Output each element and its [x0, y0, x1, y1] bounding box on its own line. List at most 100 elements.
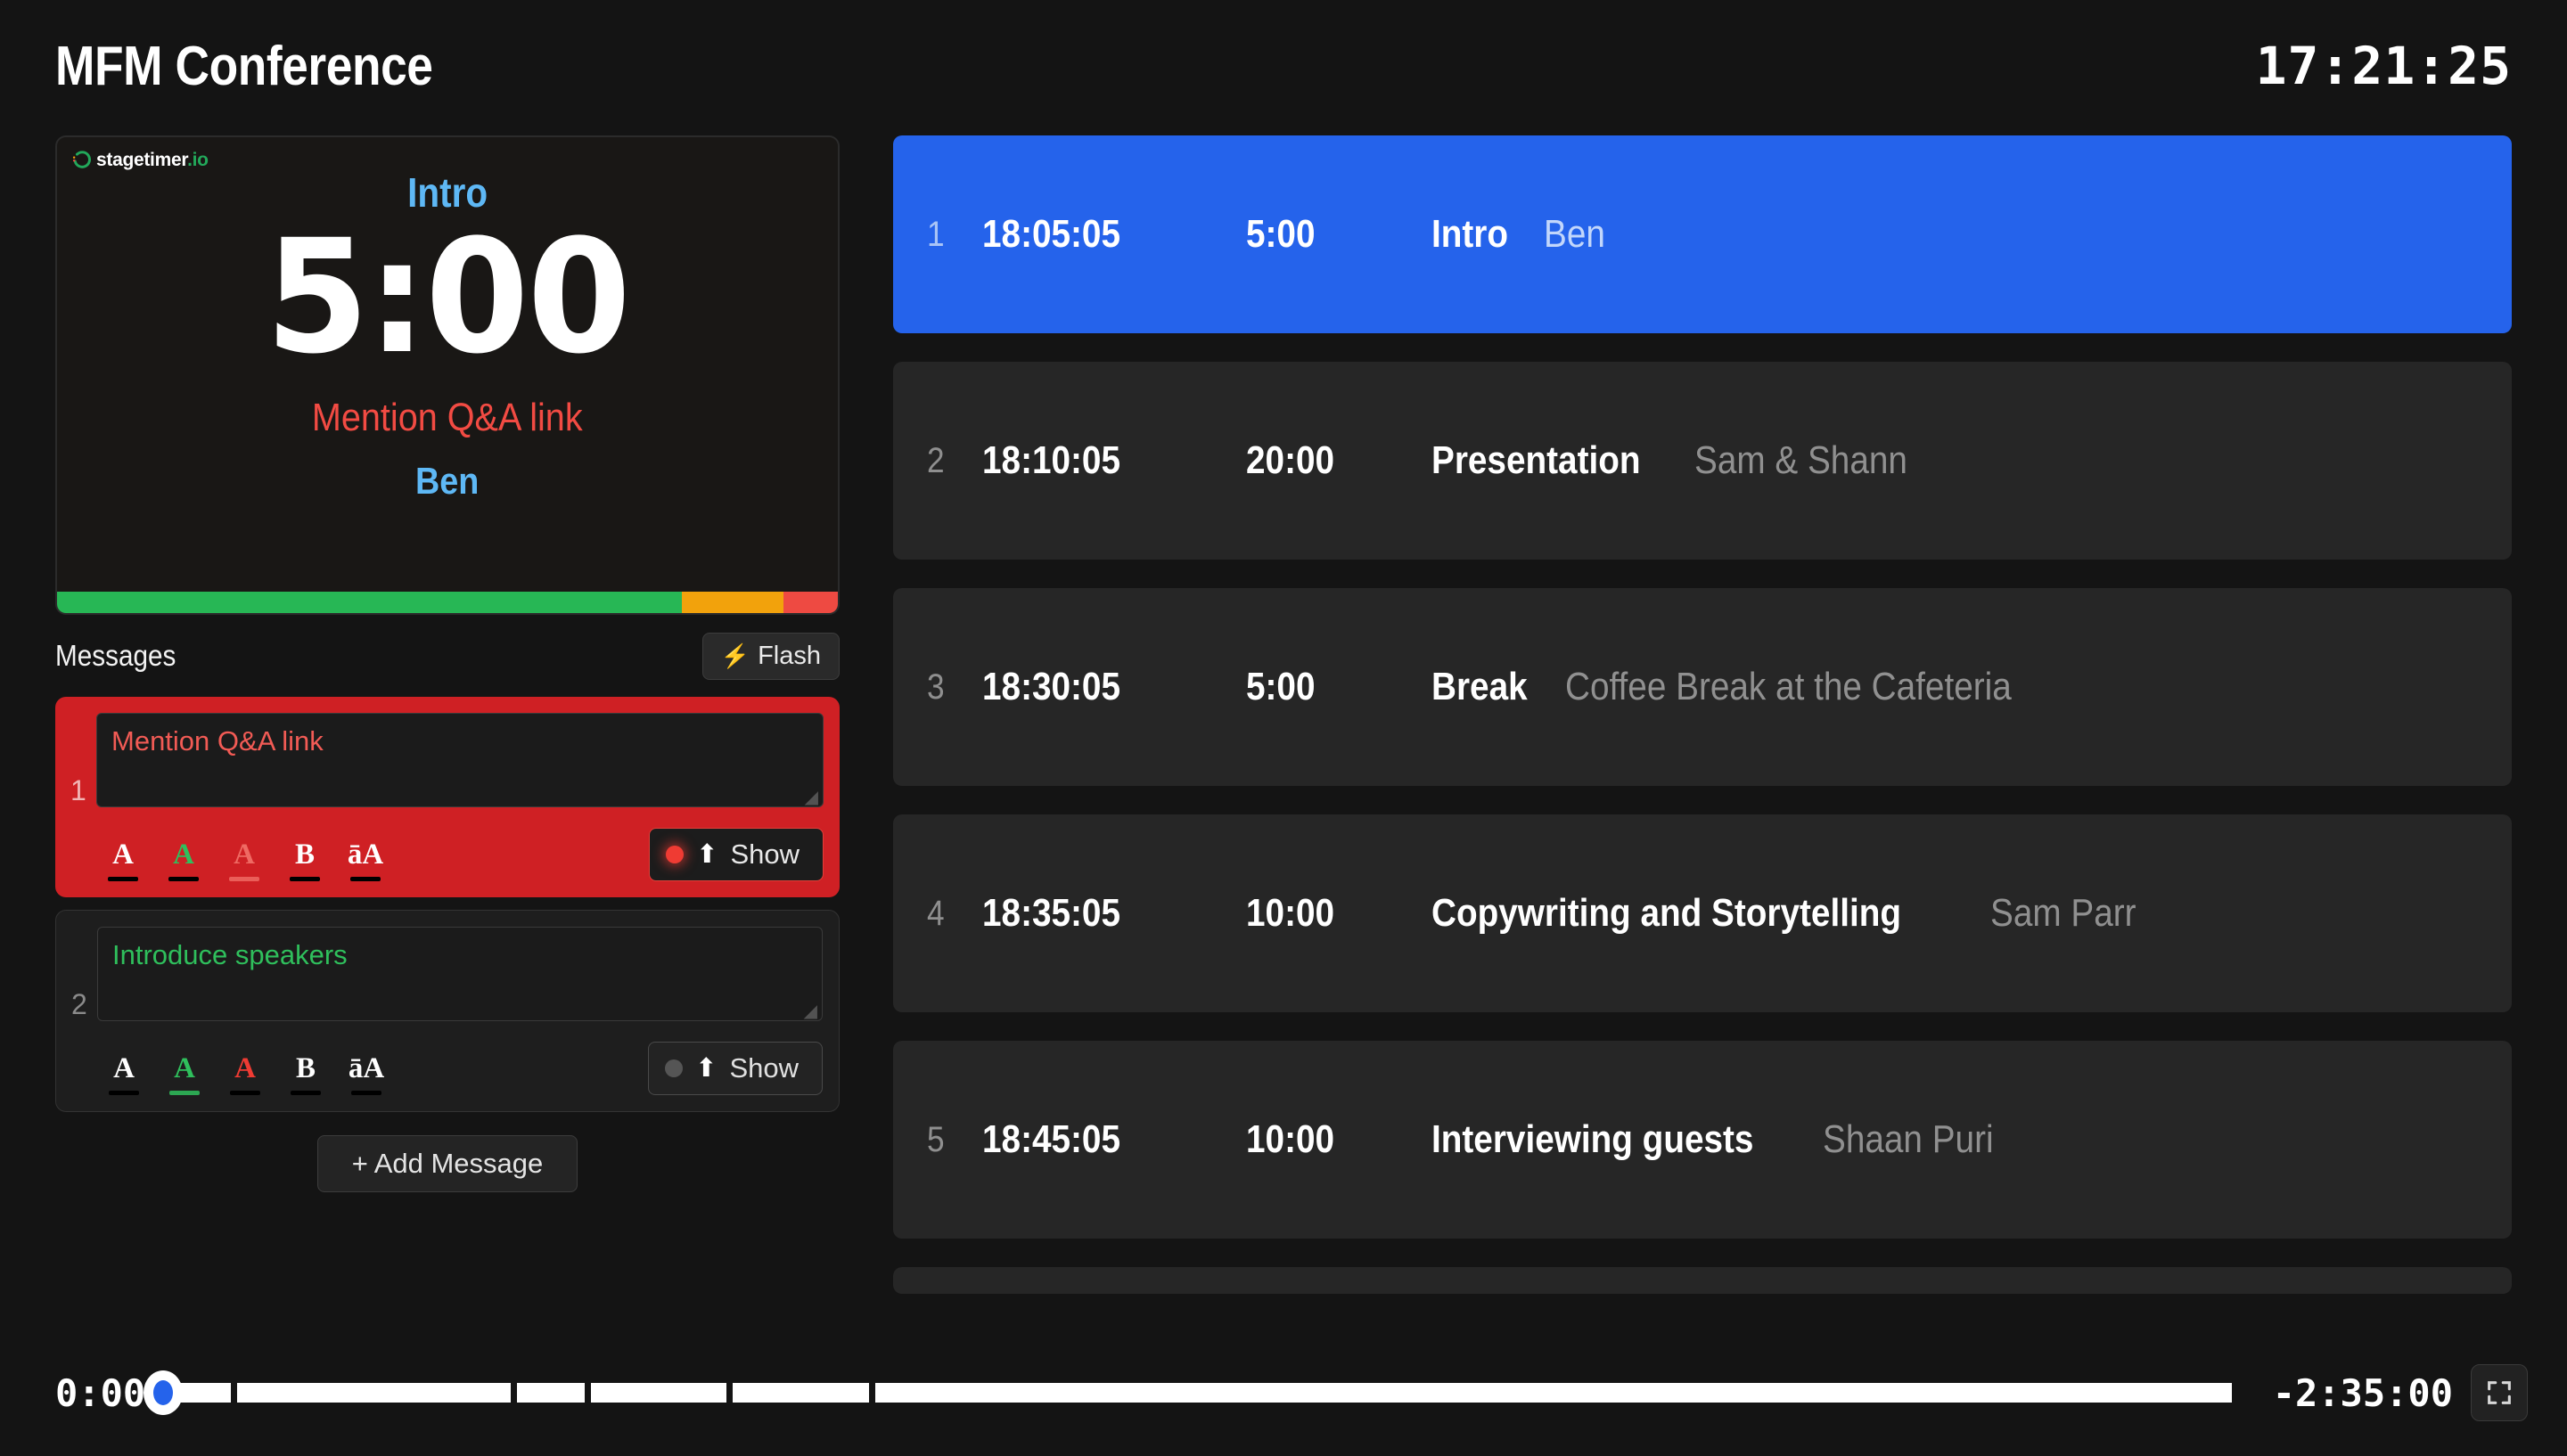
table-row[interactable]: 5 18:45:05 10:00 Interviewing guests Shaan P…	[893, 1041, 2512, 1239]
row-start-time: 18:45:05	[982, 1117, 1121, 1161]
scrubber-handle[interactable]	[144, 1370, 184, 1415]
timeline-segment[interactable]	[591, 1383, 727, 1403]
show-message-button[interactable]: ⬆ Show	[649, 828, 824, 881]
format-underline	[290, 877, 320, 881]
format-glyph: A	[173, 838, 194, 871]
show-message-button[interactable]: ⬆ Show	[648, 1042, 823, 1095]
fullscreen-button[interactable]	[2471, 1364, 2528, 1421]
table-row[interactable]: 2 18:10:05 20:00 Presentation Sam & Shann	[893, 362, 2512, 560]
stagetimer-controller-app: MFM Conference 17:21:25 stagetimer.io In…	[0, 0, 2567, 1456]
add-message-row: + Add Message	[55, 1135, 840, 1192]
row-name: Break	[1431, 665, 1528, 708]
messages-header: Messages ⚡ Flash	[55, 627, 840, 684]
progress-segment-orange	[681, 592, 783, 613]
row-name: Interviewing guests	[1431, 1117, 1754, 1161]
uppercase-toggle[interactable]: āA	[341, 1054, 391, 1095]
format-underline	[108, 877, 138, 881]
row-name: Intro	[1431, 212, 1509, 256]
format-glyph: A	[234, 1052, 256, 1084]
flash-button[interactable]: ⚡ Flash	[701, 632, 840, 680]
transport-bar: 0:00 -2:35:00	[0, 1329, 2567, 1456]
text-color-white[interactable]: A	[98, 840, 148, 881]
messages-heading: Messages	[55, 639, 176, 672]
add-message-button[interactable]: + Add Message	[316, 1135, 578, 1192]
table-row[interactable]: 3 18:30:05 5:00 Break Coffee Break at the Ca…	[893, 588, 2512, 786]
table-row[interactable]	[893, 1267, 2512, 1294]
text-color-green[interactable]: A	[160, 1054, 209, 1095]
format-glyph: A	[174, 1052, 195, 1084]
show-button-label: Show	[729, 1052, 799, 1084]
table-row[interactable]: 4 18:35:05 10:00 Copywriting and Storytelli…	[893, 814, 2512, 1012]
format-underline	[350, 877, 381, 881]
arrow-up-icon: ⬆	[696, 839, 718, 869]
text-color-red[interactable]: A	[219, 840, 269, 881]
timeline-segment[interactable]	[517, 1383, 586, 1403]
text-color-red[interactable]: A	[220, 1054, 270, 1095]
timeline-track[interactable]	[163, 1383, 2232, 1403]
row-start-time: 18:30:05	[982, 665, 1121, 708]
timeline-segment[interactable]	[237, 1383, 512, 1403]
row-index: 3	[927, 667, 945, 707]
preview-progress-bar	[57, 592, 838, 613]
text-color-white[interactable]: A	[99, 1054, 149, 1095]
format-glyph: āA	[348, 1052, 385, 1084]
wall-clock: 17:21:25	[2255, 36, 2512, 96]
bold-toggle[interactable]: B	[280, 840, 330, 881]
message-list: 1 ◢ A A A BāA ⬆ Show 2 ◢ A A A BāA ⬆ Show	[55, 697, 840, 1112]
app-header: MFM Conference 17:21:25	[0, 0, 2567, 132]
row-duration: 5:00	[1246, 665, 1316, 708]
format-glyph: B	[295, 1052, 316, 1084]
format-glyph: A	[234, 838, 255, 871]
message-card[interactable]: 2 ◢ A A A BāA ⬆ Show	[55, 910, 840, 1112]
message-card[interactable]: 1 ◢ A A A BāA ⬆ Show	[55, 697, 840, 897]
row-index: 1	[927, 214, 945, 254]
message-toolbar: A A A BāA ⬆ Show	[97, 1042, 823, 1095]
elapsed-time: 0:00	[55, 1370, 146, 1415]
message-index: 2	[71, 987, 87, 1020]
row-speaker: Coffee Break at the Cafeteria	[1565, 665, 2013, 708]
remaining-time: -2:35:00	[2272, 1370, 2453, 1415]
progress-segment-red	[783, 592, 838, 613]
uppercase-toggle[interactable]: āA	[340, 840, 390, 881]
arrow-up-icon: ⬆	[695, 1053, 718, 1083]
timer-preview-card[interactable]: stagetimer.io Intro 5:00 Mention Q&A lin…	[55, 135, 840, 615]
row-start-time: 18:35:05	[982, 891, 1121, 935]
preview-countdown: 5:00	[265, 206, 631, 389]
row-duration: 20:00	[1246, 438, 1335, 482]
row-speaker: Shaan Puri	[1822, 1117, 1994, 1161]
format-glyph: B	[294, 838, 315, 871]
format-glyph: A	[113, 1052, 135, 1084]
preview-message: Mention Q&A link	[312, 396, 583, 440]
message-text-input[interactable]	[96, 713, 824, 807]
row-duration: 10:00	[1246, 891, 1335, 935]
message-toolbar: A A A BāA ⬆ Show	[96, 828, 824, 881]
bolt-icon: ⚡	[720, 642, 750, 669]
text-color-green[interactable]: A	[159, 840, 209, 881]
row-index: 2	[927, 440, 945, 480]
bold-toggle[interactable]: B	[281, 1054, 331, 1095]
row-name: Presentation	[1431, 438, 1641, 482]
message-input-wrapper: ◢	[96, 713, 824, 812]
row-start-time: 18:10:05	[982, 438, 1121, 482]
table-row[interactable]: 1 18:05:05 5:00 Intro Ben	[893, 135, 2512, 333]
row-speaker: Sam Parr	[1989, 891, 2136, 935]
message-index: 1	[70, 773, 86, 806]
timeline-segment[interactable]	[874, 1383, 2232, 1403]
timeline-segment[interactable]	[733, 1383, 869, 1403]
message-text-input[interactable]	[97, 927, 823, 1021]
row-name: Copywriting and Storytelling	[1431, 891, 1902, 935]
format-underline	[168, 877, 199, 881]
progress-segment-green	[57, 592, 682, 613]
show-status-indicator	[666, 846, 685, 863]
timeline-scrubber[interactable]	[144, 1370, 2232, 1415]
row-index: 4	[927, 893, 945, 933]
row-duration: 5:00	[1246, 212, 1316, 256]
format-underline	[351, 1091, 381, 1095]
format-underline	[230, 1091, 260, 1095]
row-speaker: Sam & Shann	[1694, 438, 1907, 482]
row-duration: 10:00	[1246, 1117, 1335, 1161]
preview-speaker: Ben	[415, 460, 480, 503]
format-glyph: āA	[347, 838, 384, 871]
format-underline	[169, 1091, 200, 1095]
schedule-list[interactable]: 1 18:05:05 5:00 Intro Ben 2 18:10:05 20:00 Prese…	[893, 135, 2512, 1329]
